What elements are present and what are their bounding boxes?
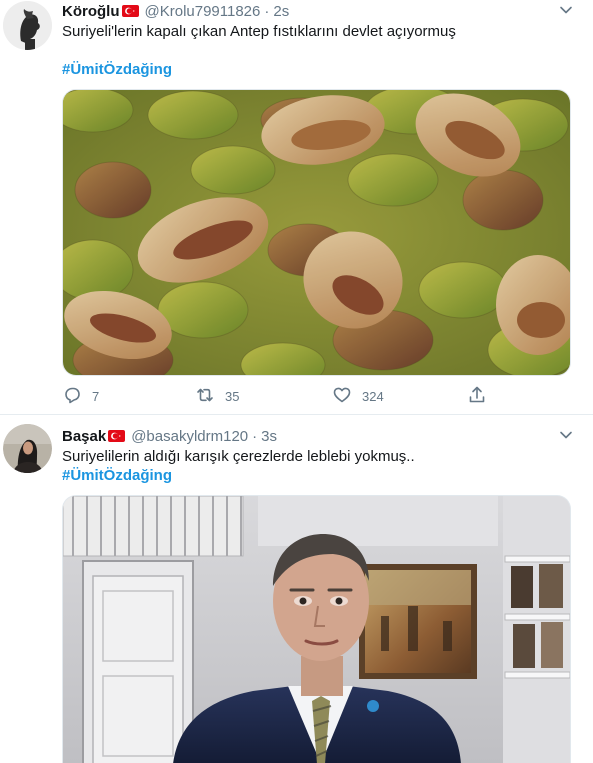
retweet-count: 35 — [225, 388, 240, 404]
caret-down-icon[interactable] — [559, 3, 573, 17]
tweet-text: Suriyelilerin aldığı karışık çerezlerde … — [62, 448, 415, 465]
share-button[interactable] — [467, 384, 497, 408]
share-icon — [467, 385, 497, 408]
display-name[interactable]: Başak — [62, 428, 106, 445]
like-button[interactable]: 324 — [332, 384, 384, 408]
reply-button[interactable]: 7 — [62, 384, 99, 408]
user-handle[interactable]: @basakyldrm120 — [131, 428, 248, 445]
avatar-basak[interactable] — [3, 424, 52, 473]
tweet-1-actions: 7 35 324 — [62, 384, 502, 408]
hashtag-link[interactable]: #ÜmitÖzdağing — [62, 467, 172, 484]
separator-dot: · — [252, 427, 258, 445]
avatar-kroglu[interactable] — [3, 1, 52, 50]
retweet-icon — [195, 385, 225, 408]
separator-dot: · — [264, 2, 270, 20]
tweet-1-header: Köroğlu @Krolu79911826 · 2s — [62, 1, 289, 21]
reply-icon — [62, 385, 92, 408]
reply-count: 7 — [92, 388, 100, 404]
caret-down-icon[interactable] — [559, 428, 573, 442]
user-handle[interactable]: @Krolu79911826 — [145, 3, 261, 20]
turkish-flag-icon — [108, 430, 126, 442]
display-name[interactable]: Köroğlu — [62, 3, 120, 20]
like-icon — [332, 385, 362, 408]
tweet-photo-man-in-office[interactable] — [62, 495, 571, 763]
timestamp[interactable]: 2s — [273, 3, 289, 20]
tweet-2-header: Başak @basakyldrm120 · 3s — [62, 426, 277, 446]
tweet-text: Suriyeli'lerin kapalı çıkan Antep fıstık… — [62, 23, 456, 40]
hashtag-link[interactable]: #ÜmitÖzdağing — [62, 61, 172, 78]
tweet-photo-pistachios[interactable] — [62, 89, 571, 376]
timestamp[interactable]: 3s — [261, 428, 277, 445]
retweet-button[interactable]: 35 — [195, 384, 239, 408]
like-count: 324 — [362, 388, 384, 404]
turkish-flag-icon — [121, 5, 139, 17]
